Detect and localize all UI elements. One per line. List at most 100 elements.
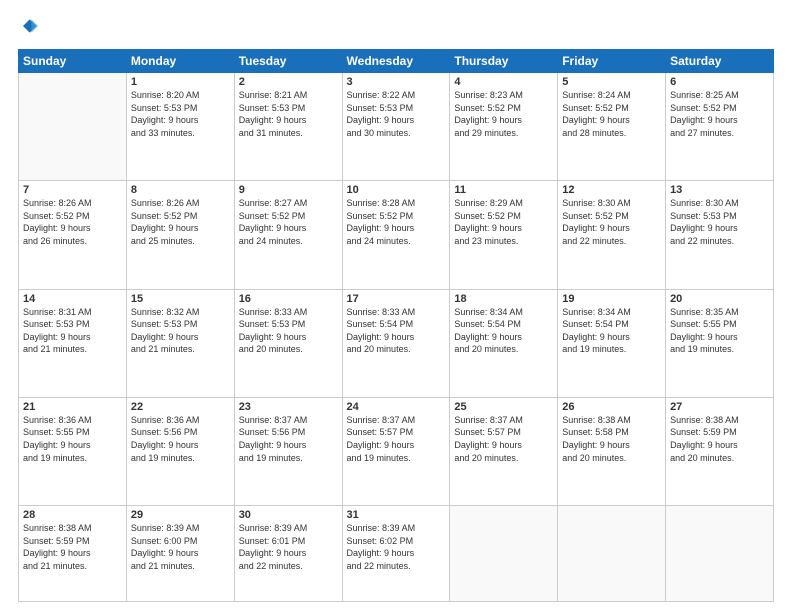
calendar-week-0: 1Sunrise: 8:20 AM Sunset: 5:53 PM Daylight… [19,73,774,181]
day-number: 25 [454,401,553,413]
calendar-cell: 24Sunrise: 8:37 AMSunset: 5:57 PMDayligh… [342,397,450,505]
calendar-header-wednesday: Wednesday [342,50,450,73]
day-info: and 19 minutes. [239,452,338,465]
day-number: 11 [454,184,553,196]
day-info: Sunrise: 8:32 AM [131,306,230,319]
day-info: Daylight: 9 hours [23,331,122,344]
day-number: 5 [562,76,661,88]
day-info: Sunrise: 8:28 AM [347,197,446,210]
calendar-cell: 29Sunrise: 8:39 AMSunset: 6:00 PMDayligh… [126,506,234,602]
day-info: Daylight: 9 hours [131,331,230,344]
day-info: Daylight: 9 hours [454,222,553,235]
day-info: Sunrise: 8:29 AM [454,197,553,210]
calendar-cell: 8Sunrise: 8:26 AMSunset: 5:52 PMDaylight… [126,181,234,289]
day-info: and 21 minutes. [131,343,230,356]
calendar-cell: 27Sunrise: 8:38 AMSunset: 5:59 PMDayligh… [666,397,774,505]
day-info: and 24 minutes. [239,235,338,248]
calendar-cell: 4Sunrise: 8:23 AMSunset: 5:52 PMDaylight… [450,73,558,181]
day-number: 1 [131,76,230,88]
day-info: Sunrise: 8:22 AM [347,89,446,102]
day-info: Sunset: 5:52 PM [562,210,661,223]
day-info: Daylight: 9 hours [670,331,769,344]
day-info: Sunrise: 8:20 AM [131,89,230,102]
day-info: Sunset: 5:52 PM [23,210,122,223]
calendar-cell: 9Sunrise: 8:27 AMSunset: 5:52 PMDaylight… [234,181,342,289]
calendar-header-saturday: Saturday [666,50,774,73]
day-number: 29 [131,509,230,521]
day-info: Sunrise: 8:26 AM [131,197,230,210]
day-info: and 19 minutes. [347,452,446,465]
day-number: 7 [23,184,122,196]
day-info: Daylight: 9 hours [670,222,769,235]
day-info: Daylight: 9 hours [670,439,769,452]
day-number: 26 [562,401,661,413]
calendar-cell: 30Sunrise: 8:39 AMSunset: 6:01 PMDayligh… [234,506,342,602]
day-number: 18 [454,293,553,305]
header [18,16,774,41]
day-number: 24 [347,401,446,413]
day-info: Sunset: 5:55 PM [23,426,122,439]
day-info: Daylight: 9 hours [131,439,230,452]
calendar-cell: 21Sunrise: 8:36 AMSunset: 5:55 PMDayligh… [19,397,127,505]
day-info: Daylight: 9 hours [131,222,230,235]
day-info: Sunrise: 8:37 AM [347,414,446,427]
calendar-cell: 1Sunrise: 8:20 AMSunset: 5:53 PMDaylight… [126,73,234,181]
day-info: Sunrise: 8:37 AM [454,414,553,427]
day-info: Sunrise: 8:38 AM [670,414,769,427]
calendar-cell: 16Sunrise: 8:33 AMSunset: 5:53 PMDayligh… [234,289,342,397]
day-info: Sunset: 5:53 PM [670,210,769,223]
calendar-header-friday: Friday [558,50,666,73]
day-info: and 28 minutes. [562,127,661,140]
day-info: Daylight: 9 hours [131,547,230,560]
day-info: and 20 minutes. [347,343,446,356]
day-info: Sunrise: 8:24 AM [562,89,661,102]
day-number: 27 [670,401,769,413]
day-info: Daylight: 9 hours [562,222,661,235]
day-info: and 21 minutes. [23,343,122,356]
calendar-cell: 5Sunrise: 8:24 AMSunset: 5:52 PMDaylight… [558,73,666,181]
day-info: Sunset: 5:56 PM [239,426,338,439]
day-info: Sunrise: 8:30 AM [670,197,769,210]
day-info: Sunset: 5:53 PM [347,102,446,115]
day-info: Daylight: 9 hours [23,439,122,452]
calendar-cell: 26Sunrise: 8:38 AMSunset: 5:58 PMDayligh… [558,397,666,505]
day-info: Daylight: 9 hours [347,547,446,560]
day-info: Sunset: 5:53 PM [23,318,122,331]
calendar-cell [558,506,666,602]
day-info: Sunrise: 8:31 AM [23,306,122,319]
day-number: 10 [347,184,446,196]
calendar-cell: 22Sunrise: 8:36 AMSunset: 5:56 PMDayligh… [126,397,234,505]
day-info: Sunrise: 8:34 AM [454,306,553,319]
day-info: and 19 minutes. [23,452,122,465]
day-info: Daylight: 9 hours [239,439,338,452]
day-number: 20 [670,293,769,305]
day-info: and 20 minutes. [670,452,769,465]
day-info: Daylight: 9 hours [454,439,553,452]
calendar-cell: 3Sunrise: 8:22 AMSunset: 5:53 PMDaylight… [342,73,450,181]
day-number: 16 [239,293,338,305]
calendar-cell: 2Sunrise: 8:21 AMSunset: 5:53 PMDaylight… [234,73,342,181]
day-info: and 21 minutes. [131,560,230,573]
day-info: Sunrise: 8:23 AM [454,89,553,102]
calendar-week-4: 28Sunrise: 8:38 AMSunset: 5:59 PMDayligh… [19,506,774,602]
day-info: Daylight: 9 hours [670,114,769,127]
day-info: and 22 minutes. [670,235,769,248]
day-number: 8 [131,184,230,196]
day-number: 21 [23,401,122,413]
calendar-cell: 13Sunrise: 8:30 AMSunset: 5:53 PMDayligh… [666,181,774,289]
day-info: and 22 minutes. [347,560,446,573]
day-info: and 20 minutes. [454,343,553,356]
day-info: Daylight: 9 hours [454,114,553,127]
day-info: Sunrise: 8:36 AM [131,414,230,427]
day-info: and 30 minutes. [347,127,446,140]
calendar-header-monday: Monday [126,50,234,73]
calendar-cell: 19Sunrise: 8:34 AMSunset: 5:54 PMDayligh… [558,289,666,397]
calendar-cell [450,506,558,602]
day-info: Sunset: 5:57 PM [454,426,553,439]
day-number: 23 [239,401,338,413]
day-info: Sunset: 5:56 PM [131,426,230,439]
day-number: 28 [23,509,122,521]
day-info: and 22 minutes. [239,560,338,573]
day-info: and 22 minutes. [562,235,661,248]
day-info: Sunset: 5:59 PM [670,426,769,439]
